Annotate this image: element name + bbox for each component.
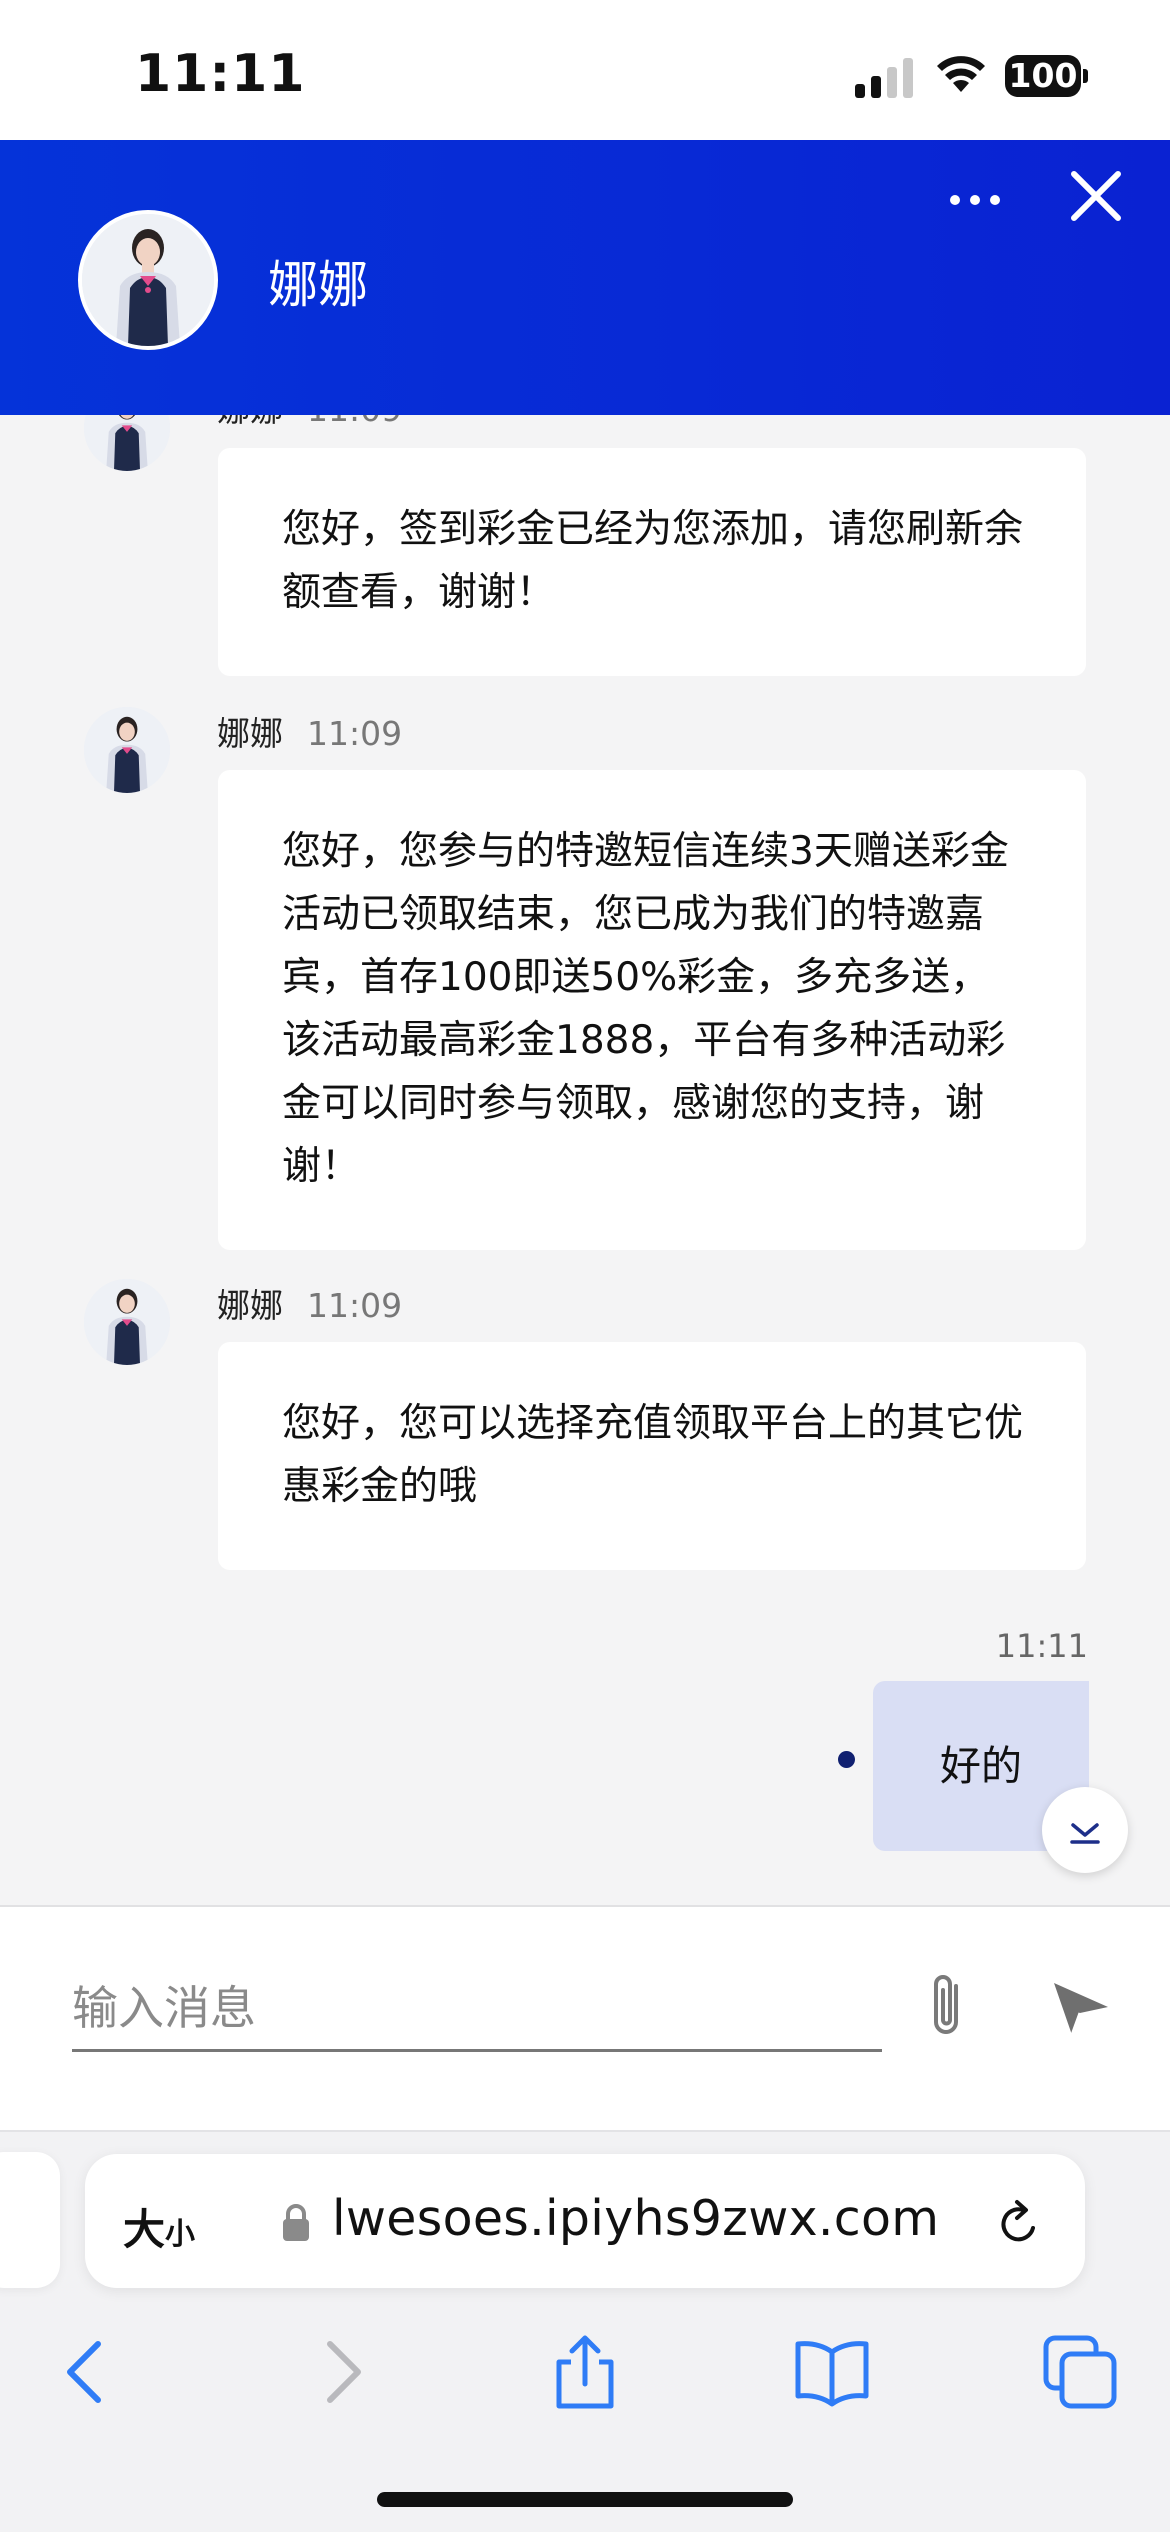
message-sender: 娜娜	[217, 714, 283, 753]
message-input[interactable]	[72, 1967, 882, 2049]
text-size-label-small: 小	[165, 2217, 196, 2252]
lock-icon	[283, 2204, 309, 2241]
battery-tip	[1083, 69, 1088, 83]
cellular-signal-icon	[855, 58, 913, 98]
home-indicator	[377, 2492, 793, 2507]
chat-header: 娜娜	[0, 140, 1170, 415]
message-text: 您好，您参与的特邀短信连续3天赠送彩金活动已领取结束，您已成为我们的特邀嘉宾，首…	[282, 829, 1009, 1189]
message-bubble: 您好，签到彩金已经为您添加，请您刷新余额查看，谢谢！	[218, 448, 1086, 676]
message-time: 11:09	[307, 1286, 403, 1325]
paperclip-icon[interactable]	[920, 1972, 976, 2042]
wifi-icon	[937, 56, 985, 92]
message-list[interactable]: 娜娜 11:09 您好，签到彩金已经为您添加，请您刷新余额查看，谢谢！ 娜娜 11:…	[0, 415, 1170, 1905]
forward-icon[interactable]	[300, 2332, 380, 2412]
message-bubble: 您好，您参与的特邀短信连续3天赠送彩金活动已领取结束，您已成为我们的特邀嘉宾，首…	[218, 770, 1086, 1250]
message-composer	[0, 1905, 1170, 2130]
chevron-down-icon	[1070, 1823, 1100, 1844]
message-meta: 娜娜 11:09	[217, 1279, 402, 1327]
agent-avatar-image	[82, 214, 214, 346]
agent-avatar	[78, 210, 218, 350]
send-icon[interactable]	[1050, 1977, 1112, 2039]
message-text: 您好，签到彩金已经为您添加，请您刷新余额查看，谢谢！	[282, 507, 1024, 615]
message-bubble: 您好，您可以选择充值领取平台上的其它优惠彩金的哦	[218, 1342, 1086, 1570]
message-text: 您好，您可以选择充值领取平台上的其它优惠彩金的哦	[282, 1401, 1024, 1509]
message-meta: 娜娜 11:09	[217, 707, 402, 755]
back-icon[interactable]	[48, 2332, 128, 2412]
text-size-button[interactable]: 大小	[123, 2196, 195, 2257]
status-bar: 11:11 100	[0, 0, 1170, 140]
status-time: 11:11	[135, 44, 306, 104]
message-input-wrapper[interactable]	[72, 1967, 882, 2052]
message-avatar	[84, 707, 170, 793]
close-icon[interactable]	[1068, 168, 1124, 224]
own-message-time: 11:11	[995, 1627, 1088, 1665]
text-size-label-large: 大	[123, 2205, 166, 2254]
address-bar[interactable]: 大小 lwesoes.ipiyhs9zwx.com	[85, 2154, 1085, 2288]
battery-icon: 100	[1005, 55, 1088, 97]
scroll-to-bottom-button[interactable]	[1042, 1787, 1128, 1873]
message-time: 11:09	[307, 415, 402, 429]
message-time: 11:09	[307, 714, 403, 753]
tabs-icon[interactable]	[1040, 2332, 1120, 2412]
message-sender: 娜娜	[217, 1286, 283, 1325]
bookmarks-icon[interactable]	[792, 2332, 872, 2412]
sent-status-dot	[838, 1751, 855, 1768]
share-icon[interactable]	[545, 2332, 625, 2412]
message-avatar	[84, 1279, 170, 1365]
previous-tab-preview[interactable]	[0, 2152, 60, 2288]
message-sender: 娜娜	[217, 415, 283, 429]
message-avatar	[84, 415, 170, 471]
reload-icon[interactable]	[993, 2196, 1045, 2250]
url-text: lwesoes.ipiyhs9zwx.com	[332, 2190, 940, 2247]
browser-toolbar: 大小 lwesoes.ipiyhs9zwx.com	[0, 2130, 1170, 2532]
agent-name: 娜娜	[268, 256, 368, 314]
more-options-icon[interactable]	[945, 180, 1005, 220]
message-meta: 娜娜 11:09	[217, 415, 402, 431]
battery-level: 100	[1005, 55, 1081, 97]
